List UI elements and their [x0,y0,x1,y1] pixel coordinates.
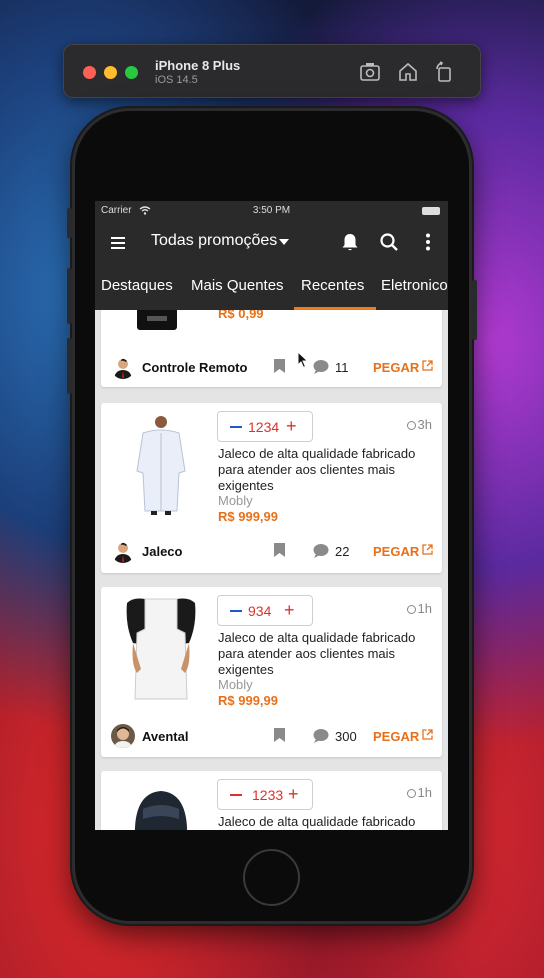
post-age-value: 3h [417,417,432,432]
volume-down-button [67,338,72,394]
status-bar: Carrier 3:50 PM [95,201,448,221]
deal-footer: Jaleco 22 PEGAR [101,536,442,566]
menu-icon[interactable] [108,234,128,252]
deal-card[interactable]: 1233 + 1h Jaleco de alta qualidade fabri… [101,771,442,830]
clock-icon [406,605,416,614]
comment-count: 22 [335,544,350,559]
zoom-window-button[interactable] [125,66,138,79]
bookmark-icon[interactable] [274,728,285,742]
clock-icon [406,789,416,798]
home-icon[interactable] [396,60,420,84]
chevron-down-icon[interactable] [279,239,289,245]
deal-price: R$ 999,99 [218,693,278,708]
app-bar: Todas promoções [95,221,448,265]
deal-description[interactable]: Jaleco de alta qualidade fabricado [218,814,433,830]
post-age-value: 1h [417,601,432,616]
avatar[interactable] [111,539,135,563]
store-name: Mobly [218,493,253,508]
home-button[interactable] [243,849,300,906]
deal-card[interactable]: 934 + 1h Jaleco de alta qualidade fabric… [101,587,442,757]
get-deal-button[interactable]: PEGAR [373,360,419,375]
bookmark-icon[interactable] [274,359,285,373]
deals-feed[interactable]: R$ 0,99 Controle Remoto 11 PEGAR 1234 + … [95,310,448,830]
vote-down-button[interactable] [230,794,242,796]
avatar[interactable] [111,724,135,748]
deal-price: R$ 0,99 [218,310,264,321]
deal-footer: Controle Remoto 11 PEGAR [101,352,442,382]
tab-recentes[interactable]: Recentes [301,277,364,294]
temperature-value: 934 [248,603,272,619]
tab-eletronicos[interactable]: Eletronicos [381,277,448,294]
product-image [126,598,196,700]
comment-icon[interactable] [313,360,329,374]
comment-icon[interactable] [313,729,329,743]
deal-description[interactable]: Jaleco de alta qualidade fabricado para … [218,446,433,494]
temperature-value: 1233 [252,787,284,803]
category-tabs: Destaques Mais Quentes Recentes Eletroni… [95,265,448,310]
comment-count: 11 [335,360,349,375]
post-age: 3h [406,417,432,432]
power-button [472,280,477,340]
mouse-cursor-icon [297,351,309,369]
temperature-value: 1234 [248,419,280,435]
tab-destaques[interactable]: Destaques [101,277,173,294]
vote-up-button[interactable]: + [288,784,299,805]
post-age: 1h [406,785,432,800]
external-link-icon[interactable] [422,729,433,740]
deal-card[interactable]: 1234 + 3h Jaleco de alta qualidade fabri… [101,403,442,573]
post-age: 1h [406,601,432,616]
deal-footer: Avental 300 PEGAR [101,721,442,751]
user-name[interactable]: Jaleco [142,544,182,559]
simulator-os-version: iOS 14.5 [155,74,198,86]
rotate-icon[interactable] [432,60,456,84]
simulator-title-bar: iPhone 8 Plus iOS 14.5 [63,44,481,98]
close-window-button[interactable] [83,66,96,79]
search-icon[interactable] [378,231,400,253]
temperature-control: 1233 + [217,779,313,810]
product-image [136,416,186,515]
simulator-device-name: iPhone 8 Plus [155,58,241,73]
tab-mais-quentes[interactable]: Mais Quentes [191,277,284,294]
external-link-icon[interactable] [422,360,433,371]
get-deal-button[interactable]: PEGAR [373,729,419,744]
product-image [134,791,188,830]
volume-up-button [67,268,72,324]
user-name[interactable]: Controle Remoto [142,360,247,375]
deal-description[interactable]: Jaleco de alta qualidade fabricado para … [218,630,433,678]
post-age-value: 1h [417,785,432,800]
vote-up-button[interactable]: + [286,416,297,437]
status-time: 3:50 PM [252,205,291,216]
mute-switch [67,208,72,238]
filter-dropdown[interactable]: Todas promoções [151,232,277,250]
user-name[interactable]: Avental [142,729,188,744]
vote-down-button[interactable] [230,610,242,612]
bookmark-icon[interactable] [274,543,285,557]
external-link-icon[interactable] [422,544,433,555]
vote-up-button[interactable]: + [284,600,295,621]
comment-icon[interactable] [313,544,329,558]
bell-icon[interactable] [339,231,361,253]
temperature-control: 1234 + [217,411,313,442]
avatar[interactable] [111,355,135,379]
more-vert-icon[interactable] [417,231,439,253]
screenshot-icon[interactable] [358,60,382,84]
temperature-control: 934 + [217,595,313,626]
comment-count: 300 [335,729,357,744]
store-name: Mobly [218,677,253,692]
deal-price: R$ 999,99 [218,509,278,524]
battery-icon [422,207,440,215]
minimize-window-button[interactable] [104,66,117,79]
vote-down-button[interactable] [230,426,242,428]
deal-card[interactable]: R$ 0,99 Controle Remoto 11 PEGAR [101,310,442,387]
get-deal-button[interactable]: PEGAR [373,544,419,559]
clock-icon [406,421,416,430]
phone-screen: Carrier 3:50 PM Todas promoções Destaque… [95,201,448,830]
product-image [137,310,177,330]
